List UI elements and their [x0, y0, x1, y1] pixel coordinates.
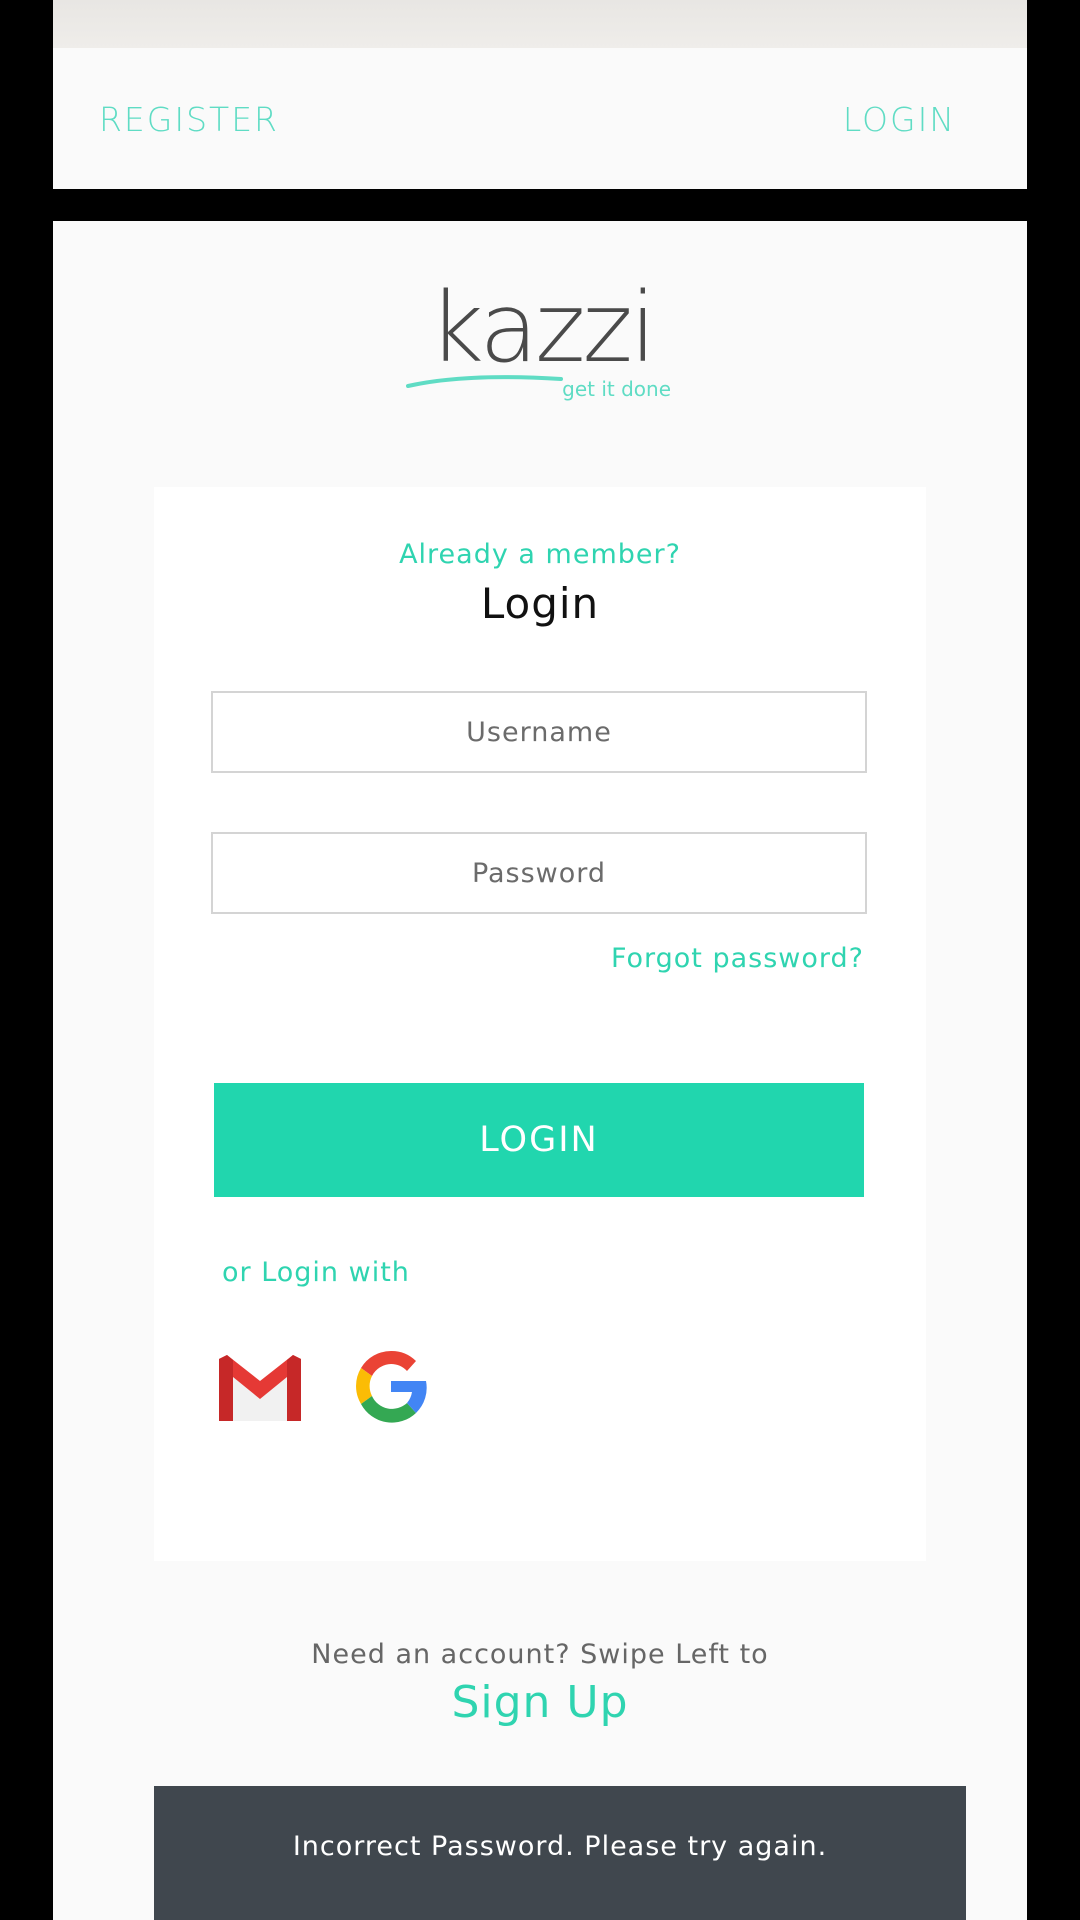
login-button[interactable]: LOGIN: [214, 1083, 864, 1197]
login-panel: kazzi get it done Already a member? Logi…: [53, 221, 1027, 1920]
register-tab[interactable]: REGISTER: [99, 100, 279, 139]
error-toast: Incorrect Password. Please try again.: [154, 1786, 966, 1920]
username-input[interactable]: [211, 691, 867, 773]
header-background-image: [53, 0, 1027, 48]
top-nav: REGISTER LOGIN: [53, 48, 1027, 189]
member-prompt: Already a member?: [399, 539, 681, 570]
sign-up-link[interactable]: Sign Up: [53, 1677, 1027, 1728]
login-title: Login: [480, 579, 600, 628]
swipe-hint: Need an account? Swipe Left to: [311, 1639, 769, 1670]
social-login-prompt: or Login with: [222, 1257, 410, 1288]
error-message: Incorrect Password. Please try again.: [292, 1831, 828, 1862]
password-input[interactable]: [211, 832, 867, 914]
gmail-icon[interactable]: [215, 1341, 305, 1431]
kazzi-logo: kazzi get it done: [406, 272, 671, 401]
logo-wordmark: kazzi: [428, 272, 653, 384]
logo-tagline: get it done: [562, 377, 671, 401]
google-icon[interactable]: [346, 1341, 436, 1431]
login-card: Already a member? Login Forgot password?…: [154, 487, 926, 1561]
forgot-password-link[interactable]: Forgot password?: [611, 943, 864, 974]
login-tab[interactable]: LOGIN: [843, 100, 956, 139]
